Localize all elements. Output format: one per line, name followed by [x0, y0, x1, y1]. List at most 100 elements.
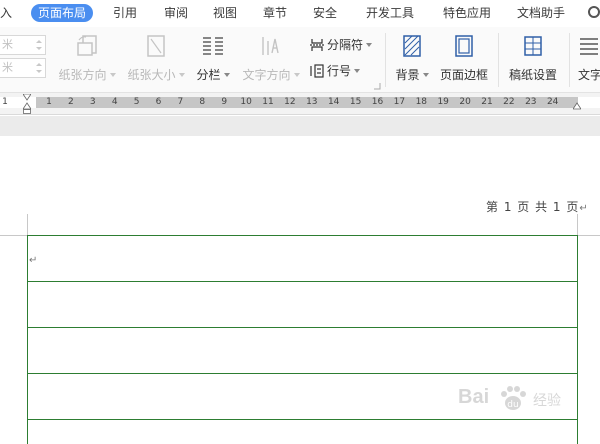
tab-insert[interactable]: 入: [0, 4, 12, 22]
tab-features[interactable]: 特色应用: [443, 4, 491, 22]
margin-corner-mark: [577, 235, 600, 236]
ruler-tick-label: 21: [481, 97, 493, 107]
text-direction-button[interactable]: 文字方向: [240, 31, 302, 87]
baidu-jingyan-watermark: Bai du 经验: [458, 384, 598, 424]
ruler-tick-label: 7: [177, 97, 184, 107]
margin-spin-bottom[interactable]: 米: [0, 58, 46, 78]
chevron-down-icon: [354, 69, 361, 73]
ruler-tick-label: 18: [415, 97, 428, 107]
ruler-tick-label: 1: [46, 97, 52, 107]
spin-down-icon[interactable]: [36, 47, 42, 50]
tab-review[interactable]: 审阅: [164, 4, 188, 22]
page-border-button[interactable]: 页面边框: [438, 31, 490, 87]
manuscript-grid-icon: [520, 33, 546, 59]
ruler-tick-label: 6: [155, 97, 162, 107]
grid-line: [28, 281, 577, 282]
paper-size-button[interactable]: 纸张大小: [125, 31, 187, 87]
chevron-down-icon: [178, 73, 185, 77]
ruler-tick-label: 10: [240, 97, 252, 107]
page-header[interactable]: 第 1 页 共 1 页↵: [486, 198, 589, 215]
tab-security[interactable]: 安全: [313, 4, 337, 22]
columns-icon: [200, 33, 226, 59]
horizontal-ruler[interactable]: 1 1 2 3 4 5 6 7 8 9 10 11 12 13 14 15 16 17 18 19 20 21 22 23 24: [0, 93, 600, 115]
tab-chapter[interactable]: 章节: [263, 4, 287, 22]
margin-spin-top-value: 米: [2, 38, 13, 51]
ruler-tick-label: 23: [525, 97, 537, 107]
ruler-tick-label: 11: [262, 97, 274, 107]
chevron-down-icon: [366, 43, 373, 47]
ribbon: 米 米 纸张方向 纸张大小 分栏 文字方向 分隔符 行号 背景 页面边框 稿纸设…: [0, 27, 600, 93]
text-direction-icon: [258, 33, 284, 59]
tab-references[interactable]: 引用: [113, 4, 137, 22]
ruler-tick-label: 5: [133, 97, 140, 107]
right-indent-marker-icon[interactable]: [573, 94, 581, 114]
ruler-tick-label: 14: [327, 97, 340, 107]
ruler-tick-label: 13: [306, 97, 318, 107]
chevron-down-icon: [422, 73, 429, 77]
document-background: [0, 116, 600, 136]
spin-up-icon[interactable]: [36, 63, 42, 66]
ribbon-divider: [498, 33, 499, 87]
tab-page-layout[interactable]: 页面布局: [31, 4, 94, 22]
background-button[interactable]: 背景: [393, 31, 431, 87]
background-icon: [399, 33, 425, 59]
tab-doc-assistant[interactable]: 文档助手: [517, 4, 565, 22]
tab-view[interactable]: 视图: [213, 4, 237, 22]
grid-line: [28, 235, 577, 236]
ruler-tick-label: 2: [68, 97, 74, 107]
columns-button[interactable]: 分栏: [194, 31, 232, 87]
paper-size-label: 纸张大小: [127, 68, 176, 82]
paper-orientation-button[interactable]: 纸张方向: [56, 31, 118, 87]
dialog-launcher-icon[interactable]: [373, 82, 381, 90]
chevron-down-icon: [109, 73, 116, 77]
page-break-label: 分隔符: [327, 38, 364, 52]
paw-icon: du: [501, 386, 526, 410]
page-break-button[interactable]: 分隔符: [310, 36, 373, 54]
tab-developer[interactable]: 开发工具: [366, 4, 414, 22]
spin-down-icon[interactable]: [36, 70, 42, 73]
ruler-tick-label: 15: [349, 97, 362, 107]
margin-corner-mark: [27, 214, 28, 236]
chevron-down-icon: [293, 73, 300, 77]
ruler-tick-label: 12: [284, 97, 296, 107]
ruler-margin-right: [578, 97, 600, 108]
ruler-tick-label: 24: [546, 97, 559, 107]
grid-line: [28, 373, 577, 374]
indent-marker-icon[interactable]: [23, 94, 31, 114]
page-break-icon: [310, 38, 324, 52]
page-border-label: 页面边框: [439, 68, 488, 82]
page-border-icon: [451, 33, 477, 59]
manuscript-settings-button[interactable]: 稿纸设置: [506, 31, 560, 87]
menu-bar: 入 页面布局 引用 审阅 视图 章节 安全 开发工具 特色应用 文档助手: [0, 0, 600, 27]
watermark-brand: Bai: [458, 386, 490, 408]
ruler-tick-label: 9: [221, 97, 228, 107]
ribbon-divider: [569, 33, 570, 87]
paragraph-mark-icon: ↵: [29, 255, 38, 266]
line-numbers-label: 行号: [327, 64, 352, 78]
paper-orientation-label: 纸张方向: [58, 68, 107, 82]
ribbon-divider: [385, 33, 386, 87]
columns-label: 分栏: [196, 68, 221, 82]
line-numbers-icon: [310, 64, 324, 78]
text-wrap-label: 文字: [578, 68, 600, 82]
page-count-text: 第 1 页 共 1 页: [486, 200, 580, 214]
text-wrap-button[interactable]: 文字: [574, 31, 600, 87]
ruler-tick-label: 17: [393, 97, 406, 107]
ruler-tick-label: 16: [371, 97, 384, 107]
search-icon[interactable]: [588, 6, 600, 18]
watermark-brand-end: 经验: [533, 393, 561, 409]
line-numbers-button[interactable]: 行号: [310, 62, 361, 80]
svg-text:du: du: [507, 400, 518, 410]
ruler-tick-label: 8: [199, 97, 206, 107]
grid-line: [28, 327, 577, 328]
ruler-tick-label: 22: [503, 97, 515, 107]
background-label: 背景: [395, 68, 420, 82]
text-direction-label: 文字方向: [242, 68, 291, 82]
ruler-tick-label: 20: [459, 97, 471, 107]
spin-up-icon[interactable]: [36, 40, 42, 43]
margin-spin-bottom-value: 米: [2, 61, 13, 74]
ruler-tick-label: 4: [111, 97, 118, 107]
margin-spin-top[interactable]: 米: [0, 35, 46, 55]
chevron-down-icon: [223, 73, 230, 77]
paper-size-icon: [143, 33, 169, 59]
